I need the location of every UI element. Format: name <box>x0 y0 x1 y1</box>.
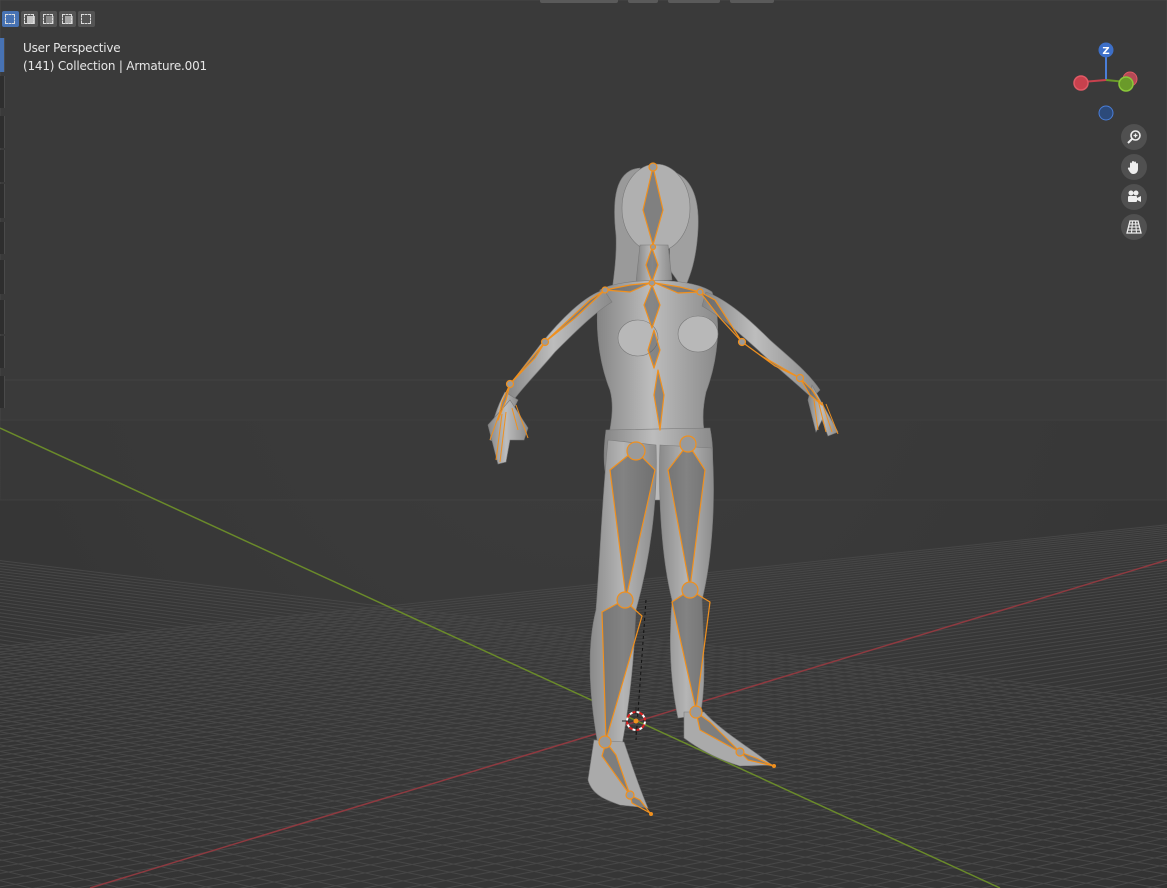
header-tab[interactable] <box>628 0 658 3</box>
viewport-object-info: (141) Collection | Armature.001 <box>23 59 207 73</box>
tool-rotate[interactable] <box>0 150 5 182</box>
grid-fade-soft <box>0 379 1167 501</box>
tool-bone-roll[interactable] <box>0 336 5 368</box>
axis-x-icon <box>1073 75 1089 91</box>
select-extend-mode-button[interactable] <box>21 11 38 27</box>
axis-y-icon <box>1118 76 1134 92</box>
zoom-icon <box>1127 130 1141 144</box>
tool-move[interactable] <box>0 116 5 148</box>
axis-z-label: Z <box>1102 46 1109 57</box>
3d-viewport[interactable]: Z User Perspective (141) Collection | Ar… <box>0 0 1167 888</box>
header-tab[interactable] <box>668 0 720 3</box>
header-tabs <box>540 0 774 3</box>
select-subtract-mode-button[interactable] <box>40 11 57 27</box>
tool-cursor[interactable] <box>0 76 5 108</box>
zoom-button[interactable] <box>1121 124 1147 150</box>
camera-view-button[interactable] <box>1121 184 1147 210</box>
select-set-mode-button[interactable] <box>2 11 19 27</box>
header-tab[interactable] <box>730 0 774 3</box>
tool-select[interactable] <box>0 38 5 72</box>
floor-grid <box>0 0 1167 888</box>
tool-annotate[interactable] <box>0 260 5 294</box>
pan-hand-icon <box>1127 161 1138 174</box>
viewport-title: User Perspective <box>23 41 121 55</box>
select-invert-mode-button[interactable] <box>59 11 76 27</box>
perspective-grid-icon <box>1126 220 1142 234</box>
tool-measure[interactable] <box>0 300 5 334</box>
header-tab[interactable] <box>540 0 618 3</box>
camera-icon <box>1128 190 1141 202</box>
perspective-toggle-button[interactable] <box>1121 214 1147 240</box>
pan-button[interactable] <box>1121 154 1147 180</box>
selection-mode-toolbar <box>2 11 95 27</box>
axis-neg-z-icon <box>1098 105 1114 121</box>
scene-canvas[interactable]: Z <box>0 0 1167 888</box>
tool-extrude[interactable] <box>0 376 5 408</box>
tool-scale[interactable] <box>0 184 5 218</box>
select-intersect-mode-button[interactable] <box>78 11 95 27</box>
tool-transform[interactable] <box>0 222 5 254</box>
